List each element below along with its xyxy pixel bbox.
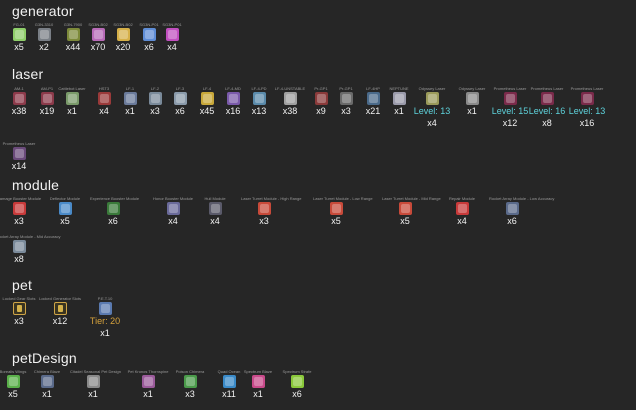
item-icon (98, 302, 112, 315)
item-icon (540, 92, 554, 105)
inventory-item[interactable]: Rocket Array Module - Low Accuracy x6 (489, 196, 554, 227)
inventory-item[interactable]: Deflector Module x5 (42, 196, 88, 227)
item-count: x4 (427, 118, 437, 128)
item-icon (580, 92, 594, 105)
item-icon (58, 202, 72, 215)
item-icon (465, 92, 479, 105)
item-count: x4 (457, 216, 467, 226)
item-icon (392, 92, 406, 105)
item-icon (183, 375, 197, 388)
inventory-item[interactable]: Laser Turret Module - High Range x3 (241, 196, 301, 227)
inventory-item[interactable]: Spectrum Strafe x6 (274, 369, 320, 400)
item-icon (12, 240, 26, 253)
inventory-item[interactable]: Damage Booster Module x3 (0, 196, 42, 227)
item-icon (283, 92, 297, 105)
inventory-item[interactable]: SG3N-P01 x4 (149, 22, 195, 53)
item-icon (505, 202, 519, 215)
inventory-item[interactable]: Prometheus Laser Level: 13 x16 (564, 86, 610, 129)
item-icon (141, 375, 155, 388)
item-count: x1 (100, 328, 110, 338)
item-icon (65, 92, 79, 105)
item-icon (40, 375, 54, 388)
section-title-petdesign: petDesign (12, 350, 77, 366)
section-title-laser: laser (12, 66, 44, 82)
item-count: x1 (88, 389, 98, 399)
item-count: x5 (400, 216, 410, 226)
item-count: x6 (507, 216, 517, 226)
item-icon (37, 28, 51, 41)
item-icon (503, 92, 517, 105)
inventory-item[interactable]: Chimera Blaze x1 (24, 369, 70, 400)
item-icon (222, 375, 236, 388)
item-icon (6, 375, 20, 388)
item-count: x4 (167, 42, 177, 52)
item-icon (425, 92, 439, 105)
item-icon (257, 202, 271, 215)
inventory-item[interactable]: Citadel Seasonal Pet Design x1 (70, 369, 121, 400)
item-icon (329, 202, 343, 215)
inventory-item[interactable]: Experience Booster Module x6 (90, 196, 139, 227)
inventory-item[interactable]: Pet Kronos Thornspine x1 (125, 369, 171, 400)
lock-slot-icon (53, 302, 67, 315)
inventory-item[interactable]: Laser Turret Module - Low Range x5 (313, 196, 373, 227)
inventory-item[interactable]: Locked Gear Slots x3 (0, 296, 42, 327)
item-count: x8 (14, 254, 24, 264)
item-level: Level: 13 (568, 106, 606, 116)
inventory-item[interactable]: P.E.T.10 Tier: 20 x1 (82, 296, 128, 339)
inventory-item[interactable]: Laser Turret Module - Mid Range x5 (382, 196, 441, 227)
section-title-module: module (12, 177, 60, 193)
item-icon (165, 28, 179, 41)
item-icon (251, 375, 265, 388)
item-count: x6 (108, 216, 118, 226)
item-count: x5 (331, 216, 341, 226)
inventory-item[interactable]: Hull Module x4 (192, 196, 238, 227)
section-title-pet: pet (12, 277, 33, 293)
inventory-item[interactable]: Rocket Array Module - Mid Accuracy x8 (0, 234, 60, 265)
item-icon (398, 202, 412, 215)
item-count: x16 (579, 118, 595, 128)
item-icon (106, 202, 120, 215)
item-icon (455, 202, 469, 215)
section-title-generator: generator (12, 3, 74, 19)
item-count: x14 (11, 161, 27, 171)
item-count: x3 (14, 216, 24, 226)
inventory-item[interactable]: Locked Generator Slots x12 (37, 296, 83, 327)
item-icon (86, 375, 100, 388)
item-count: x1 (42, 389, 52, 399)
item-count: x4 (210, 216, 220, 226)
item-icon (208, 202, 222, 215)
item-count: x1 (143, 389, 153, 399)
inventory-item[interactable]: Repair Module x4 (439, 196, 485, 227)
item-count: x12 (52, 316, 68, 326)
item-count: x5 (60, 216, 70, 226)
item-icon (252, 92, 266, 105)
item-icon (12, 147, 26, 160)
item-count: x3 (14, 316, 24, 326)
inventory-item[interactable]: Prometheus Laser x14 (0, 141, 42, 172)
item-icon (12, 202, 26, 215)
item-count: x3 (259, 216, 269, 226)
item-icon (166, 202, 180, 215)
item-tier: Tier: 20 (89, 316, 121, 326)
item-count: x6 (292, 389, 302, 399)
lock-slot-icon (12, 302, 26, 315)
item-icon (290, 375, 304, 388)
inventory-item[interactable]: Honor Booster Module x4 (150, 196, 196, 227)
item-count: x4 (168, 216, 178, 226)
